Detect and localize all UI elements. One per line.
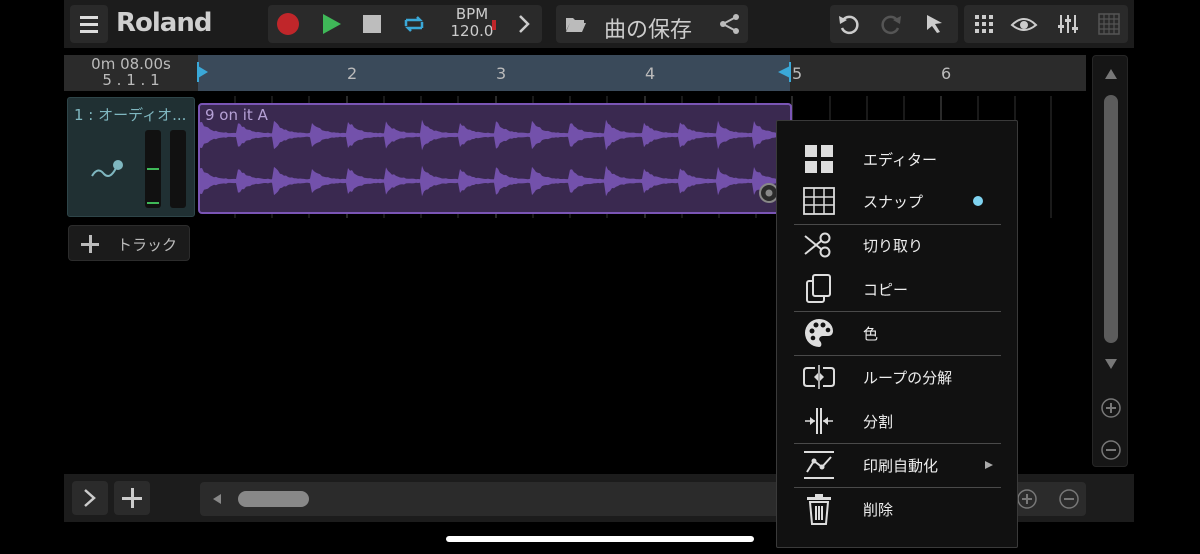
add-button[interactable]: [114, 481, 150, 515]
microphone-icon: [91, 160, 123, 177]
menu-item-label: スナップ: [863, 192, 924, 211]
level-meter-right: [170, 130, 186, 208]
pointer-icon[interactable]: [922, 11, 948, 37]
waveform: [200, 119, 790, 197]
loop-end-marker[interactable]: [774, 62, 792, 82]
save-song-label[interactable]: 曲の保存: [604, 12, 692, 44]
time-display: 0m 08.00s 5 . 1 . 1: [66, 56, 196, 88]
menu-item-snap[interactable]: スナップ: [777, 179, 1017, 223]
menu-item-loop-split[interactable]: ループの分解: [777, 355, 1017, 399]
share-icon[interactable]: [718, 13, 742, 35]
snap-active-indicator: [973, 196, 983, 206]
hamburger-icon: [80, 16, 98, 33]
play-button[interactable]: [314, 8, 346, 40]
menu-item-automation[interactable]: 印刷自動化: [777, 443, 1017, 487]
menu-item-label: 切り取り: [863, 236, 924, 255]
bar-position: 5 . 1 . 1: [102, 71, 160, 89]
mixer-icon[interactable]: [1056, 13, 1080, 35]
menu-item-cut[interactable]: 切り取り: [777, 223, 1017, 267]
copy-icon: [806, 274, 831, 303]
menu-item-label: 色: [863, 324, 879, 343]
view-group: [964, 5, 1128, 43]
keypad-icon[interactable]: [972, 13, 996, 35]
time-readout: 0m 08.00s: [91, 55, 171, 73]
bar-number: 5: [792, 64, 803, 83]
snap-grid-icon: [803, 187, 835, 215]
clip-name: 9 on it A: [205, 106, 268, 124]
plus-icon: [122, 488, 142, 508]
scroll-down-arrow-icon[interactable]: [1104, 358, 1118, 370]
menu-item-label: 印刷自動化: [863, 456, 939, 475]
metronome-icon: [492, 20, 496, 30]
bar-number: 3: [496, 64, 507, 83]
expand-panel-button[interactable]: [72, 481, 108, 515]
eye-icon[interactable]: [1010, 13, 1038, 35]
audio-clip[interactable]: [198, 103, 792, 214]
record-button[interactable]: [272, 8, 304, 40]
undo-icon[interactable]: [836, 11, 862, 37]
grid-2x2-icon: [805, 145, 833, 173]
menu-item-label: 分割: [863, 412, 894, 431]
home-indicator[interactable]: [446, 536, 754, 542]
loop-button[interactable]: [398, 8, 430, 40]
track-name: 1 : オーディオ...: [74, 106, 187, 124]
transport-group: [268, 5, 542, 43]
menu-item-color[interactable]: 色: [777, 311, 1017, 355]
add-track-button[interactable]: トラック: [68, 225, 190, 261]
loop-split-icon: [803, 365, 835, 389]
zoom-out-horizontal-icon[interactable]: [1058, 488, 1080, 510]
loop-start-marker[interactable]: [196, 62, 210, 82]
clip-context-menu: エディター スナップ 切り取り コピー 色 ループの分解 分割 印刷自動化 削除: [776, 120, 1018, 548]
roland-logo: Roland: [116, 8, 212, 38]
level-meter-left: [145, 130, 161, 208]
menu-item-copy[interactable]: コピー: [777, 267, 1017, 311]
trash-icon: [807, 494, 831, 525]
menu-item-editor[interactable]: エディター: [777, 137, 1017, 181]
vertical-scrollbar-thumb[interactable]: [1104, 95, 1118, 343]
palette-icon: [805, 319, 833, 347]
split-icon: [805, 408, 833, 434]
automation-icon: [804, 451, 834, 479]
chevron-right-icon: [84, 489, 96, 507]
menu-item-delete[interactable]: 削除: [777, 487, 1017, 531]
scissors-icon: [804, 232, 831, 258]
zoom-out-vertical-icon[interactable]: [1100, 439, 1122, 461]
submenu-arrow-icon: [985, 461, 993, 469]
zoom-in-vertical-icon[interactable]: [1100, 397, 1122, 419]
add-track-label: トラック: [117, 236, 178, 254]
plus-icon: [81, 235, 99, 253]
horizontal-scrollbar-thumb[interactable]: [238, 491, 309, 507]
menu-item-label: 削除: [863, 500, 894, 519]
menu-item-split[interactable]: 分割: [777, 399, 1017, 443]
menu-item-label: ループの分解: [863, 368, 953, 387]
menu-item-label: コピー: [863, 280, 909, 299]
zoom-in-horizontal-icon[interactable]: [1016, 488, 1038, 510]
stop-button[interactable]: [356, 8, 388, 40]
chevron-right-icon[interactable]: [508, 8, 540, 40]
bar-number: 4: [645, 64, 656, 83]
bar-number: 2: [347, 64, 358, 83]
loop-region[interactable]: [198, 55, 790, 91]
redo-icon[interactable]: [878, 11, 904, 37]
menu-item-label: エディター: [863, 150, 937, 169]
scroll-up-arrow-icon[interactable]: [1104, 68, 1118, 80]
folder-open-icon[interactable]: [564, 13, 588, 35]
menu-button[interactable]: [70, 5, 108, 43]
edit-group: [830, 5, 958, 43]
scroll-left-arrow-icon[interactable]: [212, 493, 222, 505]
grid-view-icon[interactable]: [1098, 13, 1120, 35]
bar-number: 6: [941, 64, 952, 83]
